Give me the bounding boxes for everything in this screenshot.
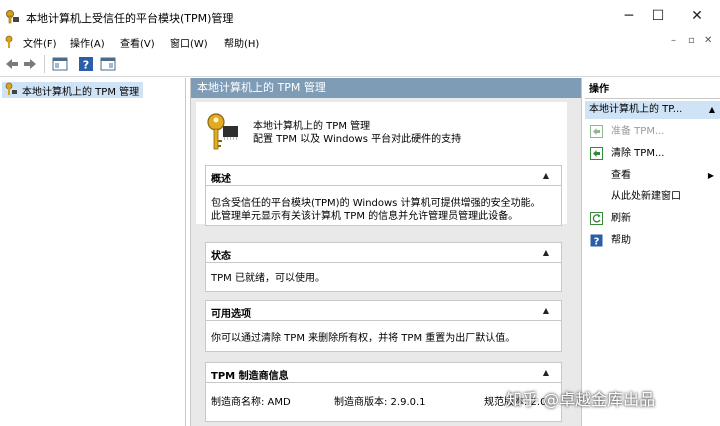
collapse-icon[interactable]: ▲	[709, 101, 715, 119]
manufacturer-name: 制造商名称: AMD	[211, 397, 291, 408]
svg-text:?: ?	[594, 237, 600, 248]
result-pane: 本地计算机上的 TPM 管理 本地计算机上的 TPM 管理 配置 TPM 以及 …	[190, 78, 582, 426]
properties-icon[interactable]	[100, 56, 116, 72]
manufacturer-info-header[interactable]: TPM 制造商信息 ▲	[206, 363, 561, 383]
minimize-button[interactable]: ─	[614, 5, 644, 27]
action-label: 刷新	[611, 213, 631, 224]
available-options-title: 可用选项	[211, 309, 251, 320]
overview-section: 概述 ▲ 包含受信任的平台模块(TPM)的 Windows 计算机可提供增强的安…	[205, 165, 562, 226]
clear-tpm-icon	[590, 147, 603, 160]
collapse-icon[interactable]: ▲	[543, 248, 549, 257]
prepare-tpm-icon	[590, 125, 603, 138]
collapse-icon[interactable]: ▲	[543, 306, 549, 315]
close-button[interactable]: ✕	[682, 5, 712, 27]
status-section: 状态 ▲ TPM 已就绪，可以使用。	[205, 242, 562, 292]
action-refresh[interactable]: 刷新	[585, 209, 720, 229]
submenu-arrow-icon: ▶	[707, 171, 714, 180]
actions-header: 操作	[585, 81, 720, 99]
overview-section-header[interactable]: 概述 ▲	[206, 166, 561, 186]
watermark: 知乎 @卓越金库出品	[506, 390, 656, 409]
intro-panel: 本地计算机上的 TPM 管理 配置 TPM 以及 Windows 平台对此硬件的…	[196, 102, 567, 226]
overview-line: 此管理单元显示有关该计算机 TPM 的信息并允许管理员管理此设备。	[211, 211, 519, 222]
svg-text:?: ?	[83, 59, 89, 72]
status-section-header[interactable]: 状态 ▲	[206, 243, 561, 263]
tpm-chip-key-icon	[204, 112, 240, 152]
menu-window[interactable]: 窗口(W)	[170, 35, 208, 50]
action-clear-tpm[interactable]: 清除 TPM...	[585, 144, 720, 164]
tpm-app-icon	[4, 9, 20, 25]
overview-title: 概述	[211, 174, 231, 185]
actions-subheader-label: 本地计算机上的 TP...	[589, 104, 683, 115]
help-icon: ?	[590, 234, 603, 248]
tree-root-item[interactable]: 本地计算机上的 TPM 管理	[2, 82, 144, 99]
back-arrow-icon[interactable]	[4, 56, 20, 72]
actions-subheader[interactable]: 本地计算机上的 TP... ▲	[585, 101, 720, 119]
available-options-section: 可用选项 ▲ 你可以通过清除 TPM 来删除所有权，并将 TPM 重置为出厂默认…	[205, 300, 562, 352]
doc-restore-button[interactable]: ▫	[688, 35, 695, 46]
refresh-icon	[590, 212, 603, 225]
window-title: 本地计算机上受信任的平台模块(TPM)管理	[26, 12, 234, 25]
actions-pane: 操作 本地计算机上的 TP... ▲ 准备 TPM... 清除 TPM... 查…	[585, 78, 720, 426]
tpm-key-icon	[4, 82, 18, 99]
help-icon[interactable]: ?	[78, 56, 94, 72]
action-new-window[interactable]: 从此处新建窗口	[585, 187, 720, 207]
menu-bar: 文件(F) 操作(A) 查看(V) 窗口(W) 帮助(H) – ▫ ✕	[0, 33, 720, 51]
action-label: 帮助	[611, 235, 631, 246]
collapse-icon[interactable]: ▲	[543, 368, 549, 377]
mmc-doc-icon[interactable]	[4, 35, 18, 49]
tree-root-label: 本地计算机上的 TPM 管理	[22, 86, 140, 98]
action-view[interactable]: 查看 ▶	[585, 166, 720, 186]
title-bar: 本地计算机上受信任的平台模块(TPM)管理 ─ ☐ ✕	[0, 0, 720, 33]
console-tree: 本地计算机上的 TPM 管理	[0, 78, 186, 426]
action-prepare-tpm[interactable]: 准备 TPM...	[585, 122, 720, 142]
collapse-icon[interactable]: ▲	[543, 171, 549, 180]
menu-file[interactable]: 文件(F)	[23, 35, 57, 50]
status-title: 状态	[211, 251, 231, 262]
action-help[interactable]: ? 帮助	[585, 231, 720, 251]
doc-minimize-button[interactable]: –	[671, 35, 676, 46]
toolbar-divider	[44, 55, 45, 73]
manufacturer-info-title: TPM 制造商信息	[211, 371, 289, 382]
action-label: 查看	[611, 170, 631, 181]
menu-help[interactable]: 帮助(H)	[224, 35, 259, 50]
maximize-button[interactable]: ☐	[643, 5, 673, 27]
show-hide-tree-icon[interactable]	[52, 56, 68, 72]
available-options-header[interactable]: 可用选项 ▲	[206, 301, 561, 321]
action-label: 清除 TPM...	[611, 148, 665, 159]
menu-action[interactable]: 操作(A)	[70, 35, 105, 50]
intro-description: 配置 TPM 以及 Windows 平台对此硬件的支持	[253, 134, 462, 145]
result-pane-header: 本地计算机上的 TPM 管理	[191, 78, 581, 98]
available-options-text: 你可以通过清除 TPM 来删除所有权，并将 TPM 重置为出厂默认值。	[211, 333, 516, 344]
status-text: TPM 已就绪，可以使用。	[211, 273, 325, 284]
action-label: 从此处新建窗口	[611, 191, 681, 202]
forward-arrow-icon[interactable]	[22, 56, 38, 72]
doc-close-button[interactable]: ✕	[704, 35, 712, 46]
manufacturer-version: 制造商版本: 2.9.0.1	[334, 397, 426, 408]
menu-view[interactable]: 查看(V)	[120, 35, 155, 50]
toolbar: ?	[0, 51, 720, 77]
action-label: 准备 TPM...	[611, 126, 665, 137]
